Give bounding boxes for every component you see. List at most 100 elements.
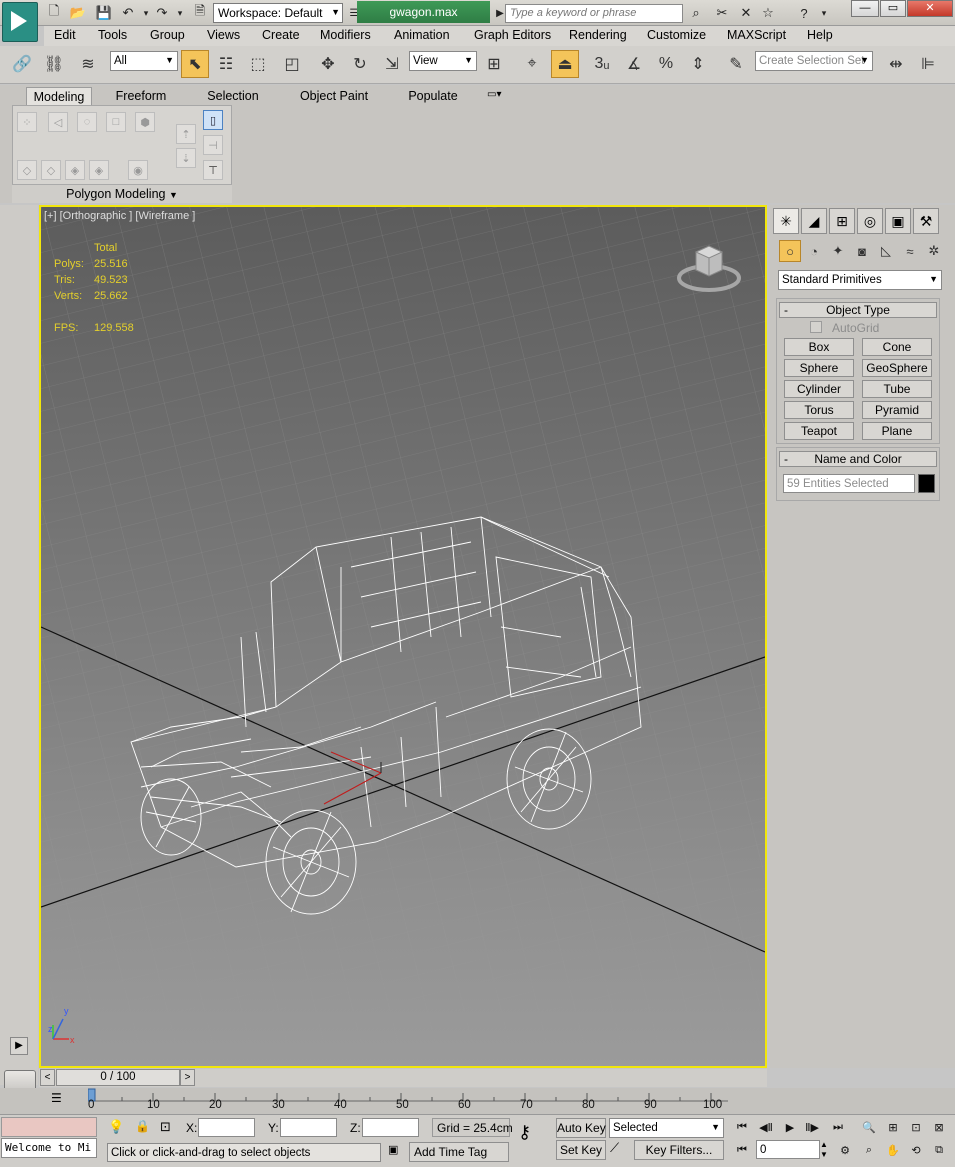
orbit-icon[interactable]: ⟲ [905, 1140, 927, 1160]
perspective-viewport[interactable] [39, 205, 767, 1068]
shrink-selection-icon[interactable]: ◇ [41, 160, 61, 180]
current-frame-field[interactable]: 0 [756, 1140, 820, 1159]
save-file-icon[interactable]: 💾 [94, 3, 114, 23]
select-object-icon[interactable]: ⬉ [181, 50, 209, 78]
menu-animation[interactable]: Animation [394, 28, 450, 42]
object-color-swatch[interactable] [918, 474, 935, 493]
curve-editor-icon[interactable]: ☰ [51, 1091, 71, 1109]
redo-dropdown-icon[interactable]: ▾ [170, 3, 190, 23]
named-selection-sets-dropdown[interactable]: Create Selection Set ▼ [755, 51, 873, 71]
menu-customize[interactable]: Customize [647, 28, 706, 42]
isolate-selection-icon[interactable]: 💡 [108, 1119, 126, 1137]
create-tab-icon[interactable]: ✳ [773, 208, 799, 234]
pyramid-button[interactable]: Pyramid [862, 401, 932, 419]
auto-key-button[interactable]: Auto Key [556, 1118, 606, 1138]
viewcube-icon[interactable] [676, 240, 742, 296]
object-type-rollout-header[interactable]: - Object Type [779, 302, 937, 318]
zoom-icon[interactable]: 🔍 [858, 1117, 880, 1137]
select-and-move-icon[interactable]: ✥ [314, 50, 342, 78]
frame-spinner-icon[interactable]: ▲ ▼ [820, 1140, 830, 1160]
new-file-icon[interactable]: 🗋 [44, 3, 64, 23]
undo-icon[interactable]: ↶ [118, 3, 138, 23]
autogrid-checkbox[interactable] [810, 321, 822, 333]
next-frame-icon[interactable]: Ⅱ▶ [801, 1117, 823, 1137]
vertex-mode-icon[interactable]: ⁘ [17, 112, 37, 132]
minimize-button[interactable]: — [851, 0, 879, 17]
project-folder-icon[interactable]: 🗎 [190, 3, 210, 23]
binoculars-icon[interactable]: ⌕ [686, 3, 706, 23]
zoom-all-icon[interactable]: ⊞ [882, 1117, 904, 1137]
key-mode-dropdown[interactable]: Selected ▼ [609, 1118, 724, 1138]
workspace-dropdown[interactable]: Workspace: Default ▼ [213, 3, 343, 23]
loop-selection-icon[interactable]: ◈ [65, 160, 85, 180]
communication-center-icon[interactable]: ✕ [736, 3, 756, 23]
select-and-manipulate-icon[interactable]: ⌖ [518, 50, 546, 78]
collapse-stack-icon[interactable]: ⊤ [203, 160, 223, 180]
utilities-tab-icon[interactable]: ⚒ [913, 208, 939, 234]
maxscript-mini-listener[interactable]: Welcome to Mi [1, 1138, 97, 1158]
stack-up-icon[interactable]: ⇡ [176, 124, 196, 144]
select-and-scale-icon[interactable]: ⇲ [378, 50, 406, 78]
geometry-category-dropdown[interactable]: Standard Primitives ▼ [778, 270, 942, 290]
angle-snap-icon[interactable]: ∡ [620, 50, 648, 78]
application-menu-button[interactable] [2, 2, 38, 42]
time-configuration-icon[interactable]: ⚙ [834, 1140, 856, 1160]
menu-edit[interactable]: Edit [54, 28, 76, 42]
pivot-center-icon[interactable]: ⊞ [480, 50, 508, 78]
lights-icon[interactable]: ✦ [827, 240, 849, 262]
field-of-view-icon[interactable]: ⌕ [858, 1140, 880, 1160]
zoom-extents-all-icon[interactable]: ⊠ [928, 1117, 950, 1137]
torus-button[interactable]: Torus [784, 401, 854, 419]
modify-tab-icon[interactable]: ◢ [801, 208, 827, 234]
rectangular-selection-icon[interactable]: ⬚ [244, 50, 272, 78]
default-in-out-tangent-icon[interactable]: ⟋ [610, 1140, 632, 1160]
ribbon-options-icon[interactable]: ▭▾ [487, 89, 513, 103]
show-end-result-icon[interactable]: ▯ [203, 110, 223, 130]
select-and-link-icon[interactable]: 🔗 [8, 50, 36, 78]
play-icon[interactable]: ▶ [779, 1117, 801, 1137]
menu-create[interactable]: Create [262, 28, 300, 42]
previous-frame-icon[interactable]: ◀Ⅱ [755, 1117, 777, 1137]
expand-scene-explorer-icon[interactable]: ▶ [10, 1037, 28, 1055]
time-slider-prev-icon[interactable]: < [40, 1069, 55, 1086]
element-mode-icon[interactable]: ⬢ [135, 112, 155, 132]
edge-mode-icon[interactable]: ◁ [48, 112, 68, 132]
absolute-mode-icon[interactable]: ⊡ [160, 1119, 180, 1137]
polygon-mode-icon[interactable]: □ [106, 112, 126, 132]
menu-maxscript[interactable]: MAXScript [727, 28, 786, 42]
key-filters-button[interactable]: Key Filters... [634, 1140, 724, 1160]
tube-button[interactable]: Tube [862, 380, 932, 398]
pan-view-icon[interactable]: ✋ [882, 1140, 904, 1160]
tab-populate[interactable]: Populate [402, 87, 464, 105]
border-mode-icon[interactable]: ◌ [77, 112, 97, 132]
teapot-button[interactable]: Teapot [784, 422, 854, 440]
cone-button[interactable]: Cone [862, 338, 932, 356]
modify-mode-icon[interactable]: ◉ [128, 160, 148, 180]
open-file-icon[interactable]: 📂 [68, 3, 88, 23]
grow-selection-icon[interactable]: ◇ [17, 160, 37, 180]
object-name-field[interactable]: 59 Entities Selected [783, 474, 915, 493]
align-icon[interactable]: ⊫ [914, 50, 942, 78]
geometry-icon[interactable]: ○ [779, 240, 801, 262]
maxscript-mini-listener-top[interactable] [1, 1117, 97, 1137]
keyboard-shortcut-override-icon[interactable]: ⏏ [551, 50, 579, 78]
polygon-modeling-dropdown[interactable]: Polygon Modeling ▼ [12, 184, 232, 203]
helpers-icon[interactable]: ◺ [875, 240, 897, 262]
tab-selection[interactable]: Selection [198, 87, 268, 105]
menu-group[interactable]: Group [150, 28, 185, 42]
x-coordinate-field[interactable] [198, 1118, 255, 1137]
menu-help[interactable]: Help [807, 28, 833, 42]
stack-down-icon[interactable]: ⇣ [176, 148, 196, 168]
mirror-icon[interactable]: ⇹ [882, 50, 910, 78]
go-to-start-icon[interactable]: ⏮ [731, 1117, 753, 1137]
time-slider[interactable]: 0 / 100 [56, 1069, 180, 1086]
time-slider-next-icon[interactable]: > [180, 1069, 195, 1086]
help-dropdown-icon[interactable]: ▾ [814, 3, 834, 23]
selection-filter-dropdown[interactable]: All ▼ [110, 51, 178, 71]
cylinder-button[interactable]: Cylinder [784, 380, 854, 398]
unlink-selection-icon[interactable]: ⛓ [40, 50, 68, 78]
go-to-end-icon[interactable]: ⏭ [827, 1117, 849, 1137]
bind-to-space-warp-icon[interactable]: ≋ [74, 50, 102, 78]
sphere-button[interactable]: Sphere [784, 359, 854, 377]
motion-tab-icon[interactable]: ◎ [857, 208, 883, 234]
